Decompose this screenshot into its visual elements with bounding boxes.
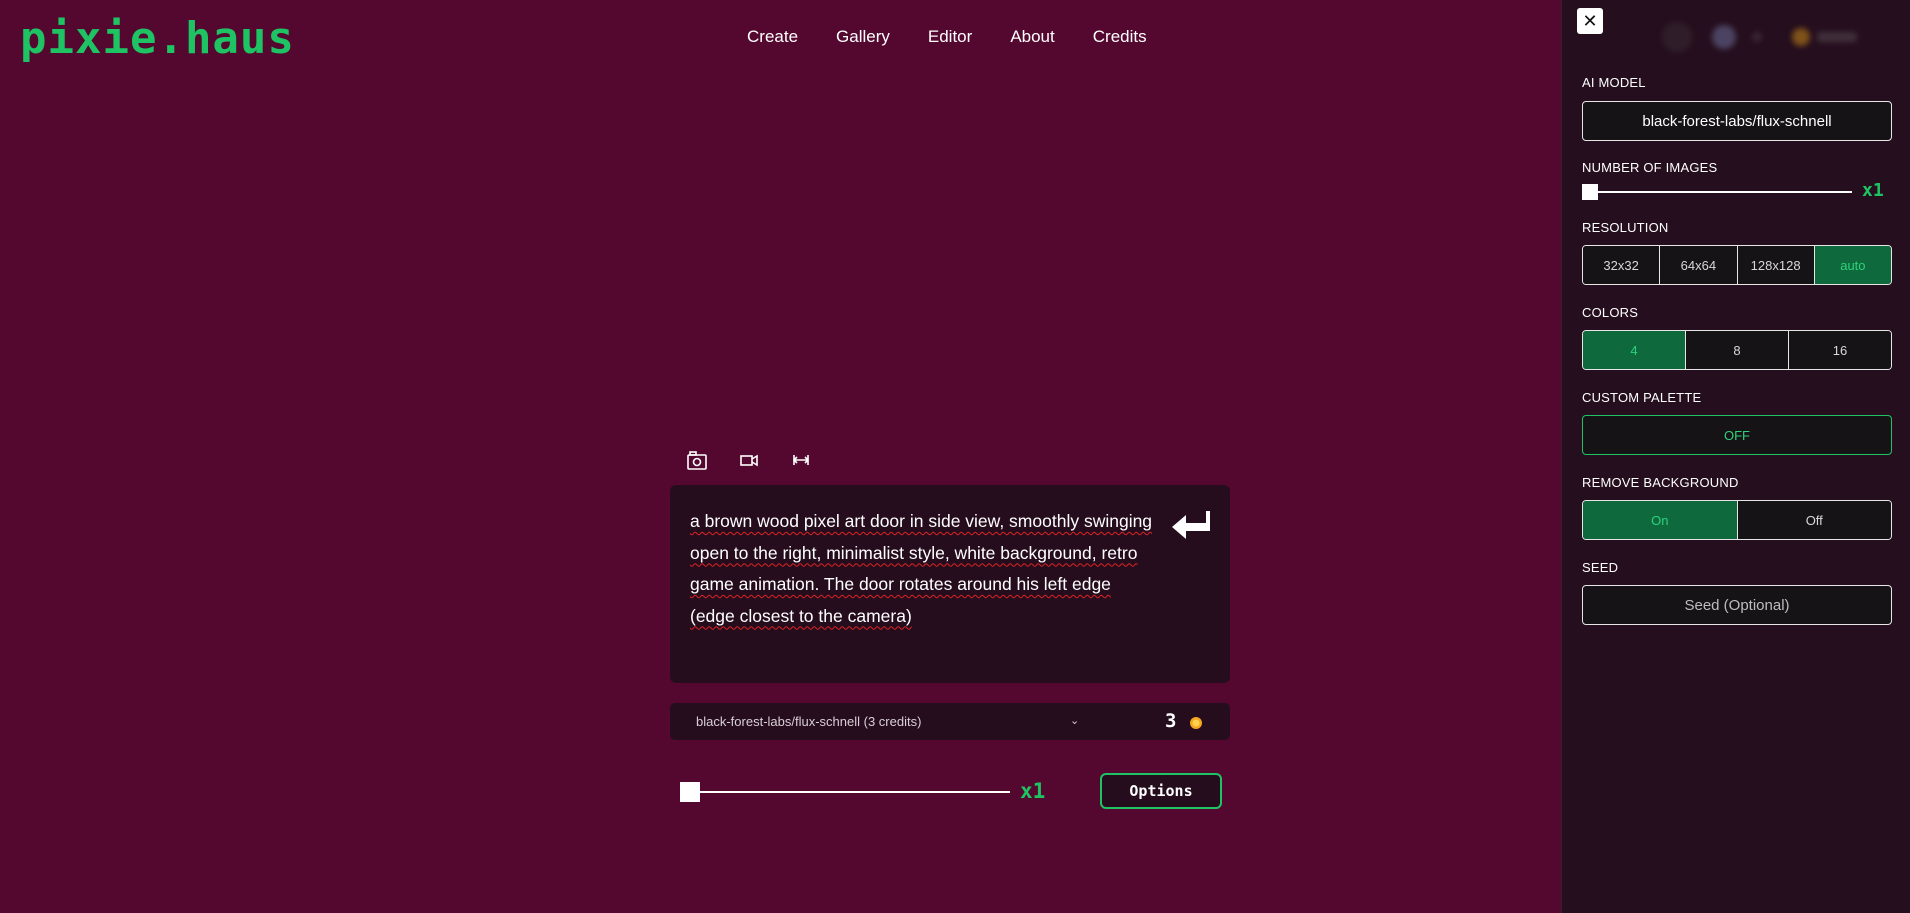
blurred-header-area <box>1632 20 1902 60</box>
nav-editor[interactable]: Editor <box>928 27 972 47</box>
model-select-label: black-forest-labs/flux-schnell (3 credit… <box>696 714 922 729</box>
resolution-option-128[interactable]: 128x128 <box>1737 246 1815 284</box>
colors-title: COLORS <box>1582 305 1639 320</box>
mode-toolbar <box>686 449 842 471</box>
resolution-option-32[interactable]: 32x32 <box>1583 246 1661 284</box>
resize-mode-icon[interactable] <box>790 449 812 471</box>
options-panel: ✕ AI MODEL black-forest-labs/flux-schnel… <box>1561 0 1910 913</box>
image-count-slider[interactable] <box>680 782 1010 802</box>
slider-track <box>690 791 1010 793</box>
nav-about[interactable]: About <box>1010 27 1054 47</box>
nav-credits[interactable]: Credits <box>1093 27 1147 47</box>
coin-icon <box>1189 715 1203 734</box>
resolution-title: RESOLUTION <box>1582 220 1669 235</box>
image-mode-icon[interactable] <box>686 449 708 471</box>
main-nav: Create Gallery Editor About Credits <box>747 27 1185 47</box>
close-icon[interactable]: ✕ <box>1577 8 1603 34</box>
resolution-option-auto[interactable]: auto <box>1814 246 1891 284</box>
remove-background-title: REMOVE BACKGROUND <box>1582 475 1739 490</box>
options-button[interactable]: Options <box>1100 773 1222 809</box>
enter-arrow-icon[interactable] <box>1170 509 1214 547</box>
chevron-down-icon[interactable]: ⌄ <box>1070 714 1079 727</box>
prompt-box[interactable]: a brown wood pixel art door in side view… <box>670 485 1230 683</box>
seed-title: SEED <box>1582 560 1619 575</box>
ai-model-field[interactable]: black-forest-labs/flux-schnell <box>1582 101 1892 141</box>
remove-background-selector: On Off <box>1582 500 1892 540</box>
colors-option-16[interactable]: 16 <box>1789 331 1891 369</box>
video-mode-icon[interactable] <box>738 449 760 471</box>
resolution-option-64[interactable]: 64x64 <box>1660 246 1738 284</box>
seed-input[interactable]: Seed (Optional) <box>1582 585 1892 625</box>
model-select[interactable]: black-forest-labs/flux-schnell (3 credit… <box>670 703 1230 740</box>
slider-thumb[interactable] <box>1582 184 1598 200</box>
remove-background-on[interactable]: On <box>1583 501 1738 539</box>
number-of-images-title: NUMBER OF IMAGES <box>1582 160 1718 175</box>
nav-create[interactable]: Create <box>747 27 798 47</box>
colors-selector: 4 8 16 <box>1582 330 1892 370</box>
slider-track <box>1590 191 1852 193</box>
number-of-images-label: x1 <box>1862 180 1884 201</box>
nav-gallery[interactable]: Gallery <box>836 27 890 47</box>
prompt-input[interactable]: a brown wood pixel art door in side view… <box>690 506 1160 632</box>
colors-option-4[interactable]: 4 <box>1583 331 1686 369</box>
ai-model-title: AI MODEL <box>1582 75 1646 90</box>
slider-thumb[interactable] <box>680 782 700 802</box>
image-count-label: x1 <box>1020 779 1046 803</box>
remove-background-off[interactable]: Off <box>1737 501 1891 539</box>
custom-palette-toggle[interactable]: OFF <box>1582 415 1892 455</box>
custom-palette-title: CUSTOM PALETTE <box>1582 390 1702 405</box>
colors-option-8[interactable]: 8 <box>1686 331 1789 369</box>
number-of-images-slider[interactable] <box>1582 184 1852 200</box>
credit-cost: 3 <box>1165 710 1177 732</box>
resolution-selector: 32x32 64x64 128x128 auto <box>1582 245 1892 285</box>
logo[interactable]: pixie.haus <box>20 14 295 64</box>
